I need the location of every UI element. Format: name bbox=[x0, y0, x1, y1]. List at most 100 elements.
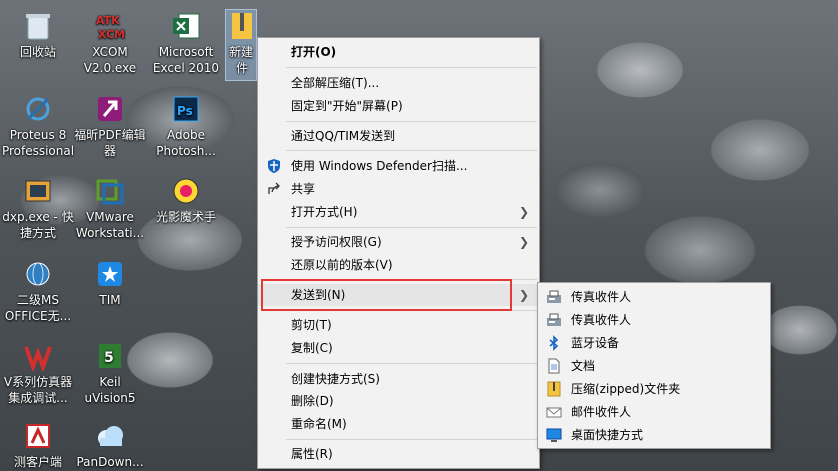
share-icon bbox=[266, 181, 282, 197]
icon-label: OFFICE无... bbox=[4, 309, 72, 323]
submenu-item-bluetooth[interactable]: 蓝牙设备 bbox=[538, 332, 770, 354]
submenu-item-documents[interactable]: 文档 bbox=[538, 355, 770, 377]
foxit-pdf-shortcut[interactable]: 福昕PDF编辑 器 bbox=[72, 93, 148, 159]
icon-label: V系列仿真器 bbox=[3, 375, 73, 389]
icon-label: Microsoft bbox=[158, 45, 214, 59]
menu-separator bbox=[286, 363, 537, 364]
fax-icon bbox=[546, 289, 562, 305]
submenu-item-fax-2[interactable]: 传真收件人 bbox=[538, 309, 770, 331]
menu-item-pin-start[interactable]: 固定到"开始"屏幕(P) bbox=[258, 95, 539, 117]
context-menu: 打开(O) 全部解压缩(T)... 固定到"开始"屏幕(P) 通过QQ/TIM发… bbox=[257, 37, 540, 469]
client-icon bbox=[22, 420, 54, 452]
emulator-shortcut[interactable]: V系列仿真器 集成调试... bbox=[0, 340, 76, 406]
vmware-icon bbox=[94, 175, 126, 207]
submenu-item-mail[interactable]: 邮件收件人 bbox=[538, 401, 770, 423]
icon-label: 件 bbox=[236, 61, 249, 75]
menu-separator bbox=[286, 67, 537, 68]
photoshop-shortcut[interactable]: Ps Adobe Photosh... bbox=[148, 93, 224, 159]
menu-item-open[interactable]: 打开(O) bbox=[258, 41, 539, 63]
pandownload-shortcut[interactable]: PanDown... bbox=[72, 420, 148, 470]
menu-item-send-qq[interactable]: 通过QQ/TIM发送到 bbox=[258, 125, 539, 147]
test-client-shortcut[interactable]: 测客户端 bbox=[0, 420, 76, 470]
menu-separator bbox=[286, 150, 537, 151]
proteus-icon bbox=[22, 93, 54, 125]
submenu-item-label: 传真收件人 bbox=[571, 313, 632, 327]
menu-separator bbox=[286, 227, 537, 228]
keil-shortcut[interactable]: 5 Keil uVision5 bbox=[72, 340, 148, 406]
submenu-item-label: 文档 bbox=[571, 359, 596, 373]
icon-label: 光影魔术手 bbox=[155, 210, 216, 224]
neoimaging-shortcut[interactable]: 光影魔术手 bbox=[148, 175, 224, 225]
menu-item-cut[interactable]: 剪切(T) bbox=[258, 314, 539, 336]
svg-text:ATK: ATK bbox=[96, 14, 120, 27]
menu-item-defender[interactable]: 使用 Windows Defender扫描... bbox=[258, 155, 539, 177]
submenu-item-label: 传真收件人 bbox=[571, 290, 632, 304]
menu-item-label: 共享 bbox=[291, 182, 316, 196]
chevron-right-icon: ❯ bbox=[518, 288, 529, 302]
desktop-icon bbox=[546, 427, 562, 443]
send-to-submenu: 传真收件人 传真收件人 蓝牙设备 文档 压缩(zipped)文件夹 邮件收件人 bbox=[537, 282, 771, 449]
menu-item-copy[interactable]: 复制(C) bbox=[258, 337, 539, 359]
icon-label: dxp.exe - 快 bbox=[2, 210, 74, 224]
vmware-shortcut[interactable]: VMware Workstati... bbox=[72, 175, 148, 241]
shield-icon bbox=[266, 158, 282, 174]
menu-item-delete[interactable]: 删除(D) bbox=[258, 390, 539, 412]
icon-label: Excel 2010 bbox=[152, 61, 220, 75]
icon-label: 回收站 bbox=[19, 45, 56, 59]
menu-item-label: 打开方式(H) bbox=[291, 205, 358, 219]
icon-label: 器 bbox=[103, 144, 116, 158]
recycle-bin-shortcut[interactable]: 回收站 bbox=[0, 10, 76, 60]
submenu-item-desktop[interactable]: 桌面快捷方式 bbox=[538, 424, 770, 446]
chevron-right-icon: ❯ bbox=[518, 235, 529, 249]
icon-label: TIM bbox=[99, 293, 121, 307]
globe-icon bbox=[22, 258, 54, 290]
icon-label: XCOM bbox=[92, 45, 128, 59]
icon-label: Adobe bbox=[167, 128, 205, 142]
excel-shortcut[interactable]: Microsoft Excel 2010 bbox=[148, 10, 224, 76]
icon-label: 二级MS bbox=[17, 293, 59, 307]
zip-file-icon bbox=[226, 10, 256, 42]
ms-office-exam-shortcut[interactable]: 二级MS OFFICE无... bbox=[0, 258, 76, 324]
selected-zip-file[interactable]: 新建 件 bbox=[225, 9, 257, 81]
keil-icon: 5 bbox=[94, 340, 126, 372]
dxp-shortcut[interactable]: dxp.exe - 快 捷方式 bbox=[0, 175, 76, 241]
menu-item-extract-all[interactable]: 全部解压缩(T)... bbox=[258, 72, 539, 94]
chevron-right-icon: ❯ bbox=[518, 205, 529, 219]
icon-label: Proteus 8 bbox=[9, 128, 67, 142]
submenu-item-label: 邮件收件人 bbox=[571, 405, 632, 419]
menu-item-label: 授予访问权限(G) bbox=[291, 235, 382, 249]
menu-item-rename[interactable]: 重命名(M) bbox=[258, 413, 539, 435]
menu-item-grant-access[interactable]: 授予访问权限(G) ❯ bbox=[258, 231, 539, 253]
submenu-item-fax[interactable]: 传真收件人 bbox=[538, 286, 770, 308]
icon-label: PanDown... bbox=[76, 455, 144, 469]
icon-label: 集成调试... bbox=[8, 391, 68, 405]
proteus-shortcut[interactable]: Proteus 8 Professional bbox=[0, 93, 76, 159]
aperture-icon bbox=[170, 175, 202, 207]
xcom-icon: ATK XCM bbox=[94, 10, 126, 42]
icon-label: VMware bbox=[86, 210, 134, 224]
dxp-icon bbox=[22, 175, 54, 207]
bluetooth-icon bbox=[546, 335, 562, 351]
submenu-item-zip[interactable]: 压缩(zipped)文件夹 bbox=[538, 378, 770, 400]
menu-separator bbox=[286, 121, 537, 122]
icon-label: Keil bbox=[99, 375, 121, 389]
fax-icon bbox=[546, 312, 562, 328]
tim-shortcut[interactable]: TIM bbox=[72, 258, 148, 308]
icon-label: V2.0.exe bbox=[83, 61, 137, 75]
photoshop-icon: Ps bbox=[170, 93, 202, 125]
submenu-item-label: 压缩(zipped)文件夹 bbox=[571, 382, 681, 396]
icon-label: uVision5 bbox=[84, 391, 136, 405]
svg-text:XCM: XCM bbox=[98, 28, 125, 41]
menu-item-share[interactable]: 共享 bbox=[258, 178, 539, 200]
menu-item-properties[interactable]: 属性(R) bbox=[258, 443, 539, 465]
menu-item-label: 使用 Windows Defender扫描... bbox=[291, 159, 468, 173]
menu-item-open-with[interactable]: 打开方式(H) ❯ bbox=[258, 201, 539, 223]
icon-label: 测客户端 bbox=[13, 455, 62, 469]
recycle-bin-icon bbox=[22, 10, 54, 42]
zip-folder-icon bbox=[546, 381, 562, 397]
xcom-shortcut[interactable]: ATK XCM XCOM V2.0.exe bbox=[72, 10, 148, 76]
mail-icon bbox=[546, 404, 562, 420]
menu-item-create-shortcut[interactable]: 创建快捷方式(S) bbox=[258, 368, 539, 390]
svg-text:Ps: Ps bbox=[177, 104, 193, 118]
menu-item-restore[interactable]: 还原以前的版本(V) bbox=[258, 254, 539, 276]
